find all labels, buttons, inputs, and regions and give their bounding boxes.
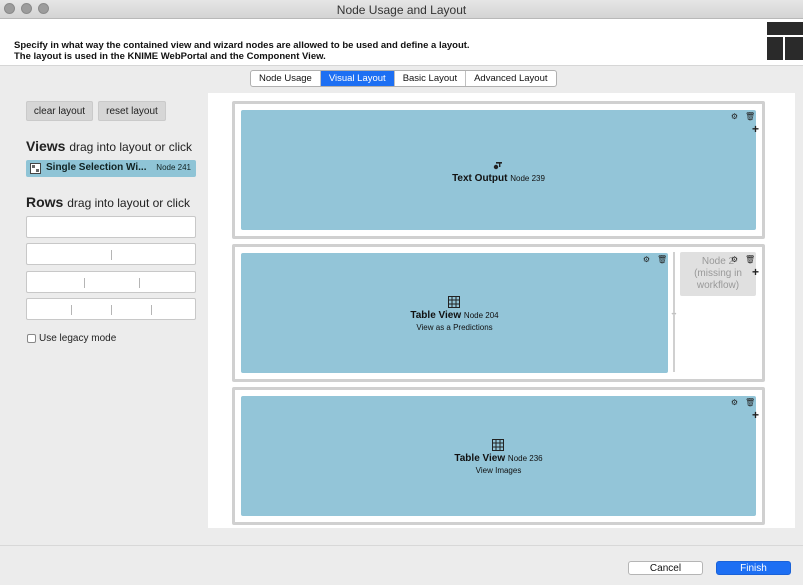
views-heading: Views drag into layout or click: [26, 138, 192, 154]
table-view-icon: [492, 439, 504, 451]
tab-node-usage[interactable]: Node Usage: [251, 71, 321, 86]
clear-layout-button[interactable]: clear layout: [26, 101, 93, 121]
layout-cell-table-view-236[interactable]: Table View Node 236 View Images: [241, 396, 756, 516]
reset-layout-button[interactable]: reset layout: [98, 101, 166, 121]
cell-label: Text Output Node 239: [241, 173, 756, 184]
tab-bar: Node Usage Visual Layout Basic Layout Ad…: [250, 70, 557, 87]
gear-icon[interactable]: ⚙: [730, 112, 739, 121]
dialog-header: Specify in what way the contained view a…: [0, 19, 803, 66]
rows-heading: Rows drag into layout or click: [26, 194, 190, 210]
header-description: Specify in what way the contained view a…: [14, 40, 470, 62]
layout-cell-table-view-204[interactable]: Table View Node 204 View as a Prediction…: [241, 253, 668, 373]
cell-subtitle: View Images: [475, 466, 522, 475]
row-template-3-columns[interactable]: [26, 271, 196, 293]
cell-node: Node 204: [463, 311, 499, 320]
rows-hint: drag into layout or click: [67, 196, 190, 210]
row-template-4-columns[interactable]: [26, 298, 196, 320]
header-line-1: Specify in what way the contained view a…: [14, 40, 470, 51]
trash-icon[interactable]: 🗑: [745, 398, 755, 407]
cell-subtitle: View as a Predictions: [416, 323, 493, 332]
add-column-icon[interactable]: +: [752, 123, 759, 135]
legacy-mode-checkbox[interactable]: [27, 334, 36, 343]
gear-icon[interactable]: ⚙: [642, 255, 651, 264]
gear-icon[interactable]: ⚙: [730, 398, 739, 407]
views-title: Views: [26, 138, 66, 154]
trash-icon[interactable]: 🗑: [657, 255, 667, 264]
views-hint: drag into layout or click: [69, 140, 193, 154]
add-column-icon[interactable]: +: [752, 409, 759, 421]
trash-icon[interactable]: 🗑: [745, 112, 755, 121]
cell-node: Node 236: [507, 454, 543, 463]
table-view-icon: [448, 296, 460, 308]
cell-title: Table View: [410, 310, 462, 321]
view-item-node: Node 241: [156, 163, 191, 172]
tab-basic-layout[interactable]: Basic Layout: [395, 71, 467, 86]
view-item-name: Single Selection Wi...: [46, 162, 147, 173]
header-line-2: The layout is used in the KNIME WebPorta…: [14, 50, 326, 62]
tab-advanced-layout[interactable]: Advanced Layout: [466, 71, 555, 86]
view-node-icon: [30, 163, 41, 174]
missing-line-2: (missing in: [694, 268, 742, 279]
tab-visual-layout[interactable]: Visual Layout: [320, 71, 395, 86]
window-title: Node Usage and Layout: [336, 3, 467, 17]
cancel-button[interactable]: Cancel: [628, 561, 703, 575]
finish-button[interactable]: Finish: [716, 561, 791, 575]
cell-node: Node 239: [510, 174, 545, 183]
legacy-mode-label: Use legacy mode: [39, 333, 117, 344]
missing-line-3: workflow): [696, 280, 740, 291]
trash-icon[interactable]: 🗑: [745, 255, 755, 264]
cell-label: Table View Node 204: [241, 310, 668, 321]
resize-arrows-icon: ↔: [670, 308, 678, 317]
row-template-1-column[interactable]: [26, 216, 196, 238]
cell-title: Text Output: [452, 173, 508, 184]
cell-label: Table View Node 236: [241, 453, 756, 464]
gear-icon[interactable]: ⚙: [730, 255, 739, 264]
text-output-icon: [493, 162, 502, 170]
rows-title: Rows: [26, 194, 64, 210]
cell-title: Table View: [454, 453, 506, 464]
title-bar: Node Usage and Layout: [0, 0, 803, 19]
view-item[interactable]: Single Selection Wi... Node 241: [26, 160, 196, 177]
row-template-2-columns[interactable]: [26, 243, 196, 265]
add-column-icon[interactable]: +: [752, 266, 759, 278]
component-logo-icon: [767, 22, 803, 60]
layout-cell-text-output[interactable]: Text Output Node 239: [241, 110, 756, 230]
